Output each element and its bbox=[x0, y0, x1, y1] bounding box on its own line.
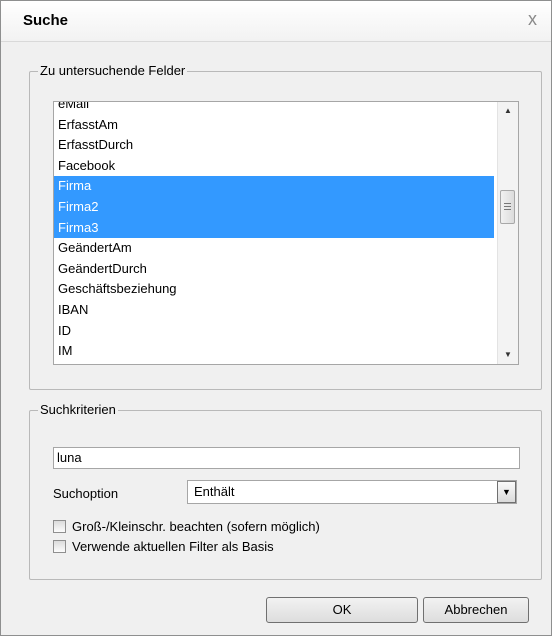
chevron-down-icon[interactable]: ▼ bbox=[497, 481, 516, 503]
fields-scrollbar[interactable]: ▲ ▼ bbox=[497, 102, 518, 364]
scroll-down-arrow-icon[interactable]: ▼ bbox=[498, 346, 518, 364]
case-sensitive-label: Groß-/Kleinschr. beachten (sofern möglic… bbox=[72, 519, 320, 535]
dialog-title: Suche bbox=[23, 12, 69, 29]
search-option-label: Suchoption bbox=[53, 486, 119, 501]
search-option-value: Enthält bbox=[194, 484, 235, 499]
scroll-thumb[interactable] bbox=[500, 190, 515, 224]
list-item[interactable]: ErfasstDurch bbox=[54, 135, 494, 156]
list-item[interactable]: GeändertAm bbox=[54, 238, 494, 259]
scroll-up-arrow-icon[interactable]: ▲ bbox=[498, 102, 518, 120]
fields-group: Zu untersuchende Felder eMail ErfasstAm Er… bbox=[29, 63, 542, 390]
fields-group-legend: Zu untersuchende Felder bbox=[38, 63, 188, 78]
close-icon[interactable]: x bbox=[528, 10, 537, 28]
list-item[interactable]: ErfasstAm bbox=[54, 115, 494, 136]
criteria-group: Suchkriterien luna Suchoption Enthält ▼ … bbox=[29, 402, 542, 580]
list-item[interactable]: Facebook bbox=[54, 156, 494, 177]
fields-list: eMail ErfasstAm ErfasstDurch Facebook Firma F… bbox=[54, 102, 494, 362]
list-item[interactable]: Firma bbox=[54, 176, 494, 197]
list-item[interactable]: Firma2 bbox=[54, 196, 494, 218]
list-item[interactable]: GeändertDurch bbox=[54, 259, 494, 280]
fields-listbox[interactable]: eMail ErfasstAm ErfasstDurch Facebook Firma F… bbox=[53, 101, 519, 365]
list-item[interactable]: Geschäftsbeziehung bbox=[54, 279, 494, 300]
case-sensitive-checkbox[interactable] bbox=[53, 520, 66, 534]
search-input[interactable]: luna bbox=[53, 447, 520, 469]
list-item[interactable]: IBAN bbox=[54, 300, 494, 321]
ok-button[interactable]: OK bbox=[266, 597, 418, 623]
use-filter-row[interactable]: Verwende aktuellen Filter als Basis bbox=[53, 537, 274, 554]
search-dialog: Suche x Zu untersuchende Felder eMail Erf… bbox=[0, 0, 552, 636]
list-item[interactable]: Firma3 bbox=[54, 217, 494, 239]
list-item[interactable]: ID bbox=[54, 321, 494, 342]
cancel-button[interactable]: Abbrechen bbox=[423, 597, 529, 623]
case-sensitive-row[interactable]: Groß-/Kleinschr. beachten (sofern möglic… bbox=[53, 517, 320, 534]
use-filter-checkbox[interactable] bbox=[53, 540, 66, 554]
list-item[interactable]: IM bbox=[54, 341, 494, 362]
list-item[interactable]: eMail bbox=[54, 102, 494, 115]
use-filter-label: Verwende aktuellen Filter als Basis bbox=[72, 539, 274, 555]
title-bar: Suche x bbox=[1, 1, 551, 42]
criteria-group-legend: Suchkriterien bbox=[38, 402, 118, 417]
search-option-select[interactable]: Enthält ▼ bbox=[187, 480, 517, 504]
